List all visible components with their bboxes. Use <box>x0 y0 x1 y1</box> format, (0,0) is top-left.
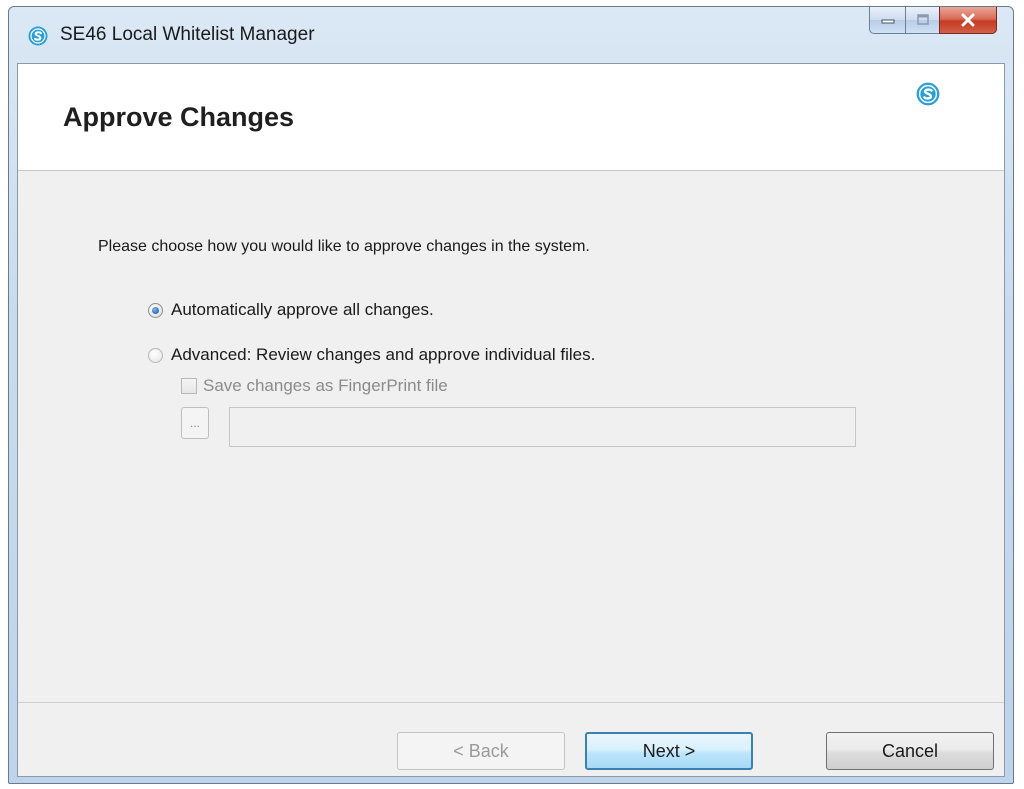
footer-divider <box>18 702 1004 703</box>
save-fingerprint-checkbox-row[interactable]: Save changes as FingerPrint file <box>181 376 448 396</box>
next-button[interactable]: Next > <box>585 732 753 770</box>
radio-label: Automatically approve all changes. <box>171 300 434 319</box>
minimize-icon <box>881 19 894 24</box>
app-logo-icon <box>28 26 48 46</box>
caption-buttons <box>869 7 997 35</box>
cancel-button[interactable]: Cancel <box>826 732 994 770</box>
app-logo-icon <box>916 82 940 106</box>
instruction-text: Please choose how you would like to appr… <box>98 238 590 255</box>
dialog-client-area: Approve Changes Please choose how you wo… <box>17 63 1005 777</box>
radio-button-checked[interactable] <box>148 302 163 318</box>
radio-auto-approve[interactable]: Automatically approve all changes. <box>148 300 434 320</box>
maximize-button[interactable] <box>905 7 939 34</box>
browse-button[interactable]: ... <box>181 407 209 439</box>
radio-button-unchecked[interactable] <box>148 347 163 363</box>
back-button[interactable]: < Back <box>397 732 565 770</box>
minimize-button[interactable] <box>869 7 905 34</box>
save-fingerprint-checkbox[interactable] <box>181 378 197 394</box>
window-title: SE46 Local Whitelist Manager <box>60 24 315 45</box>
radio-label: Advanced: Review changes and approve ind… <box>171 345 596 364</box>
close-button[interactable] <box>939 7 997 34</box>
page-title: Approve Changes <box>63 102 295 132</box>
close-icon <box>961 13 975 27</box>
save-fingerprint-label: Save changes as FingerPrint file <box>203 376 448 395</box>
wizard-window: SE46 Local Whitelist Manager Approve Cha… <box>8 6 1014 784</box>
title-bar[interactable]: SE46 Local Whitelist Manager <box>9 7 1013 63</box>
header-panel: Approve Changes <box>18 64 1004 171</box>
fingerprint-path-field[interactable] <box>229 407 856 447</box>
maximize-icon <box>916 14 929 25</box>
radio-advanced[interactable]: Advanced: Review changes and approve ind… <box>148 345 595 365</box>
